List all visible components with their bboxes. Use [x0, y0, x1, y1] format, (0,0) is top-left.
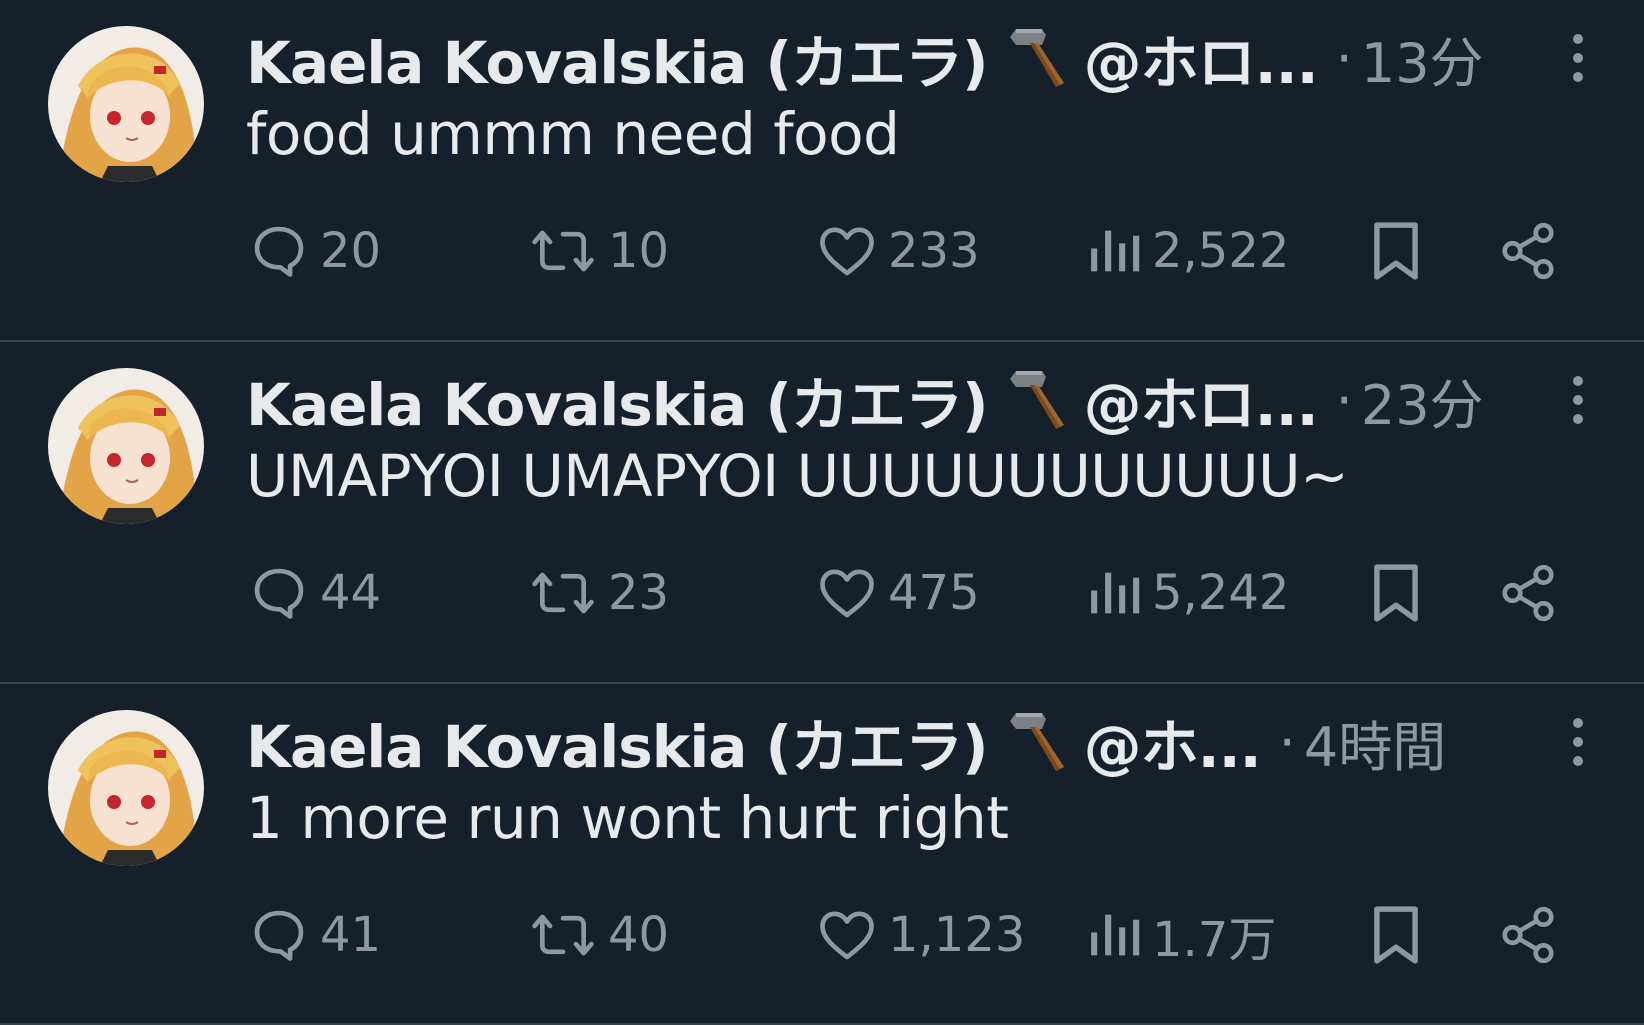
hammer-emoji-icon: [1002, 365, 1072, 435]
retweet-count: 23: [608, 565, 670, 621]
bookmark-button[interactable]: [1366, 897, 1426, 973]
reply-count: 41: [320, 907, 382, 963]
retweet-icon: [532, 914, 594, 956]
action-bar: 20 10 233 2,522: [246, 213, 1644, 289]
timestamp[interactable]: 13分: [1361, 19, 1484, 98]
heart-icon: [820, 227, 874, 276]
retweet-count: 10: [608, 223, 670, 279]
author-handle[interactable]: @ホロ...: [1084, 16, 1319, 100]
reply-bubble-icon: [254, 568, 304, 619]
views-count: 1.7万: [1152, 912, 1277, 968]
reply-bubble-icon: [254, 910, 304, 961]
reply-bubble-icon: [254, 226, 304, 277]
like-count: 475: [888, 565, 980, 621]
avatar[interactable]: [48, 710, 204, 866]
share-button[interactable]: [1496, 213, 1560, 289]
views-bar-chart-icon: [1091, 914, 1140, 956]
tweet[interactable]: Kaela Kovalskia (カエラ) @ホ... · 4時間 1 more…: [0, 684, 1644, 1025]
timestamp[interactable]: 4時間: [1304, 703, 1446, 782]
separator-dot: ·: [1278, 710, 1296, 774]
more-dots-icon[interactable]: [1568, 372, 1588, 428]
author-handle[interactable]: @ホロ...: [1084, 358, 1319, 442]
like-button[interactable]: 475: [816, 555, 980, 631]
retweet-icon: [532, 230, 594, 272]
tweet-header: Kaela Kovalskia (カエラ) @ホロ... · 23分: [246, 361, 1644, 440]
bookmark-button[interactable]: [1366, 213, 1426, 289]
share-icon: [1502, 222, 1554, 280]
separator-dot: ·: [1335, 26, 1353, 90]
heart-icon: [820, 911, 874, 960]
share-button[interactable]: [1496, 897, 1560, 973]
more-dots-icon[interactable]: [1568, 30, 1588, 86]
share-button[interactable]: [1496, 555, 1560, 631]
views-bar-chart-icon: [1091, 572, 1140, 614]
reply-count: 20: [320, 223, 382, 279]
author-handle[interactable]: @ホ...: [1084, 700, 1262, 784]
reply-count: 44: [320, 565, 382, 621]
reply-button[interactable]: 44: [248, 555, 381, 631]
share-icon: [1502, 564, 1554, 622]
action-bar: 44 23 475 5,242: [246, 555, 1644, 631]
tweet-header: Kaela Kovalskia (カエラ) @ホ... · 4時間: [246, 703, 1644, 782]
views-button[interactable]: 5,242: [1086, 555, 1289, 631]
like-button[interactable]: 233: [816, 213, 980, 289]
bookmark-icon: [1374, 906, 1418, 964]
views-bar-chart-icon: [1091, 230, 1140, 272]
tweet[interactable]: Kaela Kovalskia (カエラ) @ホロ... · 23分 UMAPY…: [0, 342, 1644, 684]
retweet-button[interactable]: 10: [528, 213, 669, 289]
action-bar: 41 40 1,123 1.7万: [246, 897, 1644, 973]
bookmark-button[interactable]: [1366, 555, 1426, 631]
tweet-text: food ummm need food: [246, 100, 900, 168]
separator-dot: ·: [1335, 368, 1353, 432]
views-count: 5,242: [1152, 565, 1290, 621]
hammer-emoji-icon: [1002, 23, 1072, 93]
tweet-feed: Kaela Kovalskia (カエラ) @ホロ... · 13分 food …: [0, 0, 1644, 1025]
tweet-text: 1 more run wont hurt right: [246, 784, 1009, 852]
author-name[interactable]: Kaela Kovalskia (カエラ): [246, 358, 989, 442]
retweet-icon: [532, 572, 594, 614]
tweet-text: UMAPYOI UMAPYOI UUUUUUUUUUUU~: [246, 442, 1349, 510]
views-count: 2,522: [1152, 223, 1290, 279]
reply-button[interactable]: 41: [248, 897, 381, 973]
more-dots-icon[interactable]: [1568, 714, 1588, 770]
like-button[interactable]: 1,123: [816, 897, 1025, 973]
author-name[interactable]: Kaela Kovalskia (カエラ): [246, 16, 989, 100]
avatar[interactable]: [48, 26, 204, 182]
tweet-header: Kaela Kovalskia (カエラ) @ホロ... · 13分: [246, 19, 1644, 98]
bookmark-icon: [1374, 222, 1418, 280]
heart-icon: [820, 569, 874, 618]
bookmark-icon: [1374, 564, 1418, 622]
like-count: 1,123: [888, 907, 1026, 963]
author-name[interactable]: Kaela Kovalskia (カエラ): [246, 700, 989, 784]
like-count: 233: [888, 223, 980, 279]
share-icon: [1502, 906, 1554, 964]
views-button[interactable]: 2,522: [1086, 213, 1289, 289]
hammer-emoji-icon: [1002, 707, 1072, 777]
tweet[interactable]: Kaela Kovalskia (カエラ) @ホロ... · 13分 food …: [0, 0, 1644, 342]
reply-button[interactable]: 20: [248, 213, 381, 289]
views-button[interactable]: 1.7万: [1086, 897, 1276, 973]
retweet-button[interactable]: 23: [528, 555, 669, 631]
avatar[interactable]: [48, 368, 204, 524]
retweet-button[interactable]: 40: [528, 897, 669, 973]
retweet-count: 40: [608, 907, 670, 963]
timestamp[interactable]: 23分: [1361, 361, 1484, 440]
